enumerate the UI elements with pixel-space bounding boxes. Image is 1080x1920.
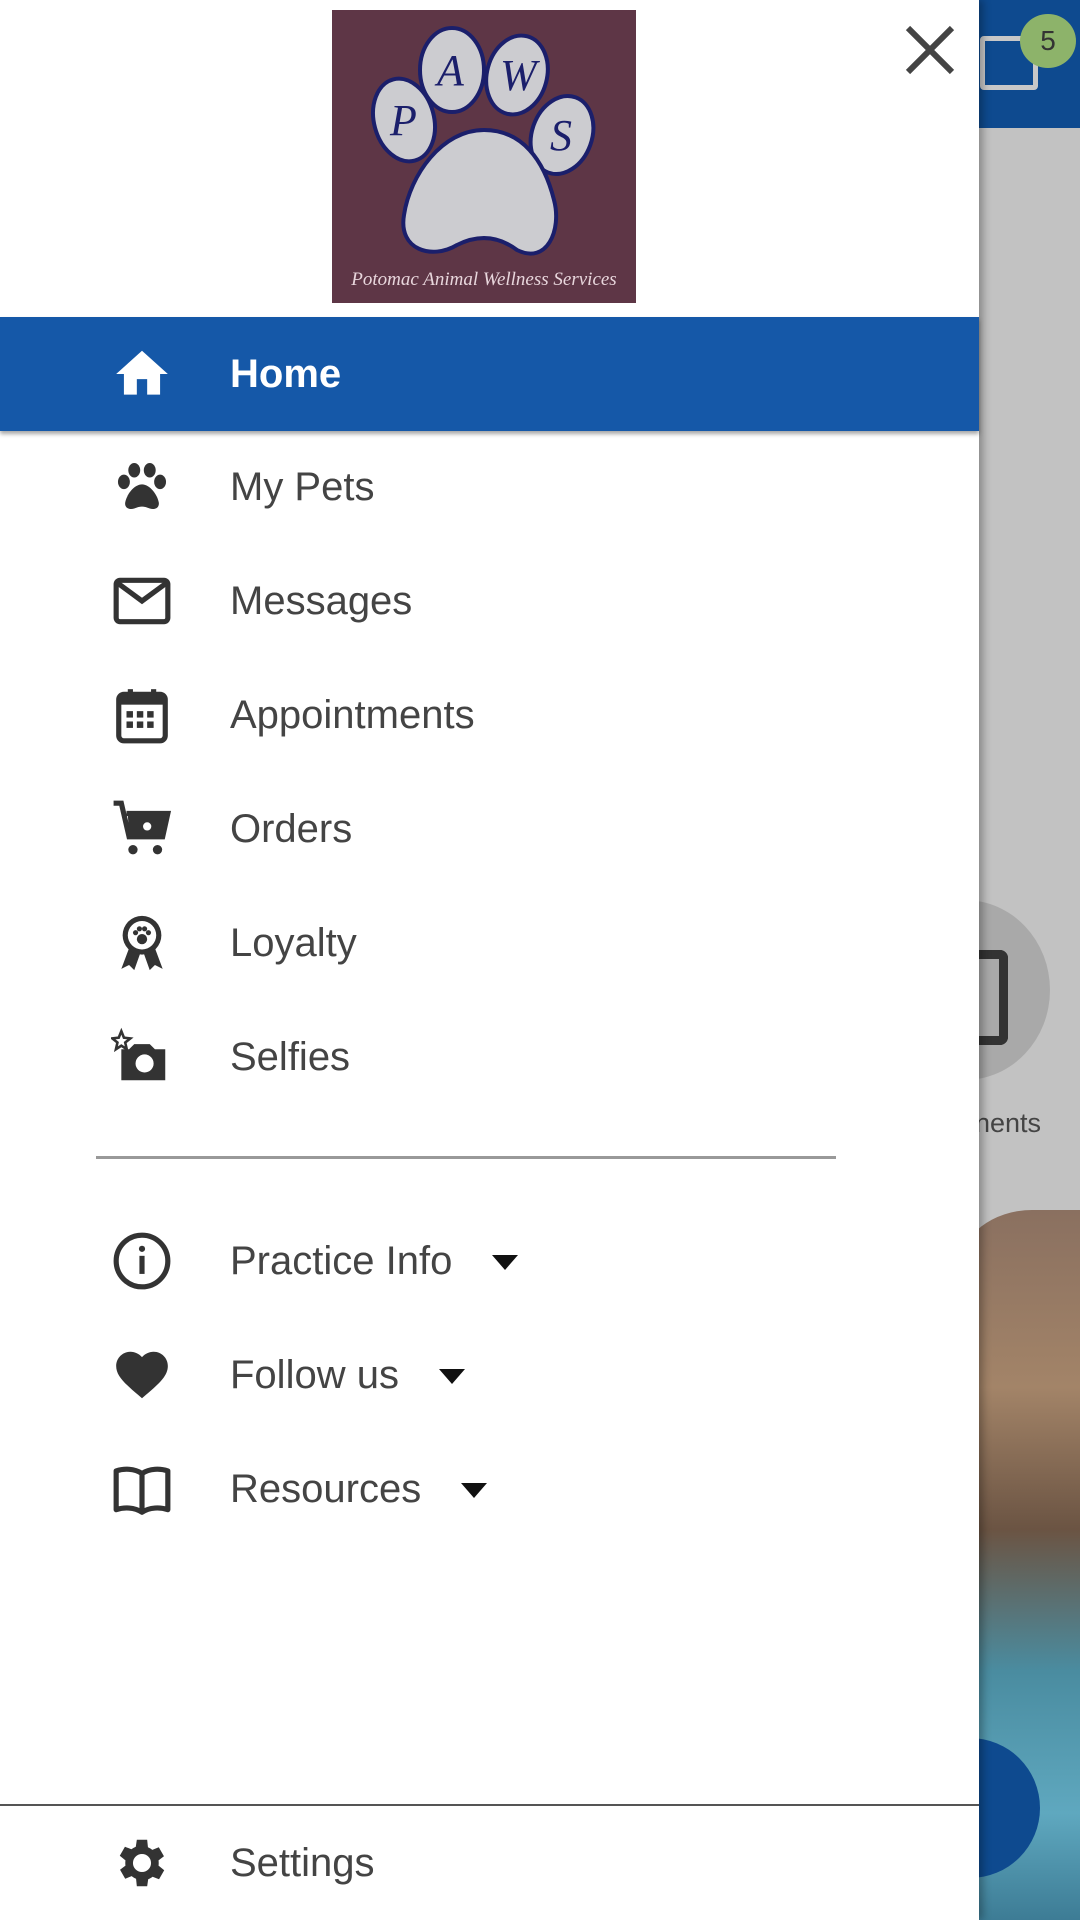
nav-label: Settings [230,1840,375,1885]
gear-icon [110,1831,174,1895]
nav-label: Selfies [230,1034,351,1079]
notification-badge: 5 [1020,14,1076,68]
shortcut-label: nents [975,1108,1042,1138]
caret-down-icon[interactable] [438,1369,465,1385]
nav-label: My Pets [230,464,375,509]
svg-text:W: W [500,51,540,100]
svg-text:P: P [389,96,417,145]
nav-item-resources[interactable]: Resources [0,1432,979,1546]
nav-label: Practice Info [230,1238,519,1284]
caret-down-icon[interactable] [461,1483,488,1499]
nav-label: Messages [230,578,413,623]
cart-icon [110,797,174,861]
paws-logo: P A W S Potomac Animal Wellness Services [332,10,636,303]
nav-item-home[interactable]: Home [0,317,979,431]
section-label: Resources [230,1466,422,1511]
nav-label: Loyalty [230,920,357,965]
camera-icon [110,1025,174,1089]
nav-label: Home [230,351,342,396]
nav-item-my-pets[interactable]: My Pets [0,430,979,544]
nav-item-appointments[interactable]: Appointments [0,658,979,772]
heart-icon [110,1343,174,1407]
nav-item-settings[interactable]: Settings [0,1806,979,1920]
info-icon [110,1229,174,1293]
nav-item-selfies[interactable]: Selfies [0,1000,979,1114]
divider [96,1156,836,1159]
nav-item-loyalty[interactable]: Loyalty [0,886,979,1000]
svg-text:Potomac Animal Wellness Servic: Potomac Animal Wellness Services [350,269,616,290]
nav-item-follow-us[interactable]: Follow us [0,1318,979,1432]
section-label: Practice Info [230,1238,453,1283]
book-icon [110,1457,174,1521]
nav-item-orders[interactable]: Orders [0,772,979,886]
nav-item-practice-info[interactable]: Practice Info [0,1204,979,1318]
nav-label: Follow us [230,1353,465,1398]
nav-label: Orders [230,806,353,851]
calendar-icon [110,683,174,747]
award-icon [110,911,174,975]
home-icon [110,342,174,406]
section-label: Follow us [230,1352,399,1397]
nav-item-messages[interactable]: Messages [0,544,979,658]
close-icon[interactable] [900,20,960,80]
nav-label: Resources [230,1466,488,1512]
svg-text:A: A [434,46,465,95]
svg-text:S: S [550,111,572,160]
mail-icon [110,569,174,633]
navigation-drawer: P A W S Potomac Animal Wellness Services… [0,0,979,1920]
paw-icon [110,455,174,519]
nav-label: Appointments [230,692,475,737]
caret-down-icon[interactable] [492,1255,519,1271]
